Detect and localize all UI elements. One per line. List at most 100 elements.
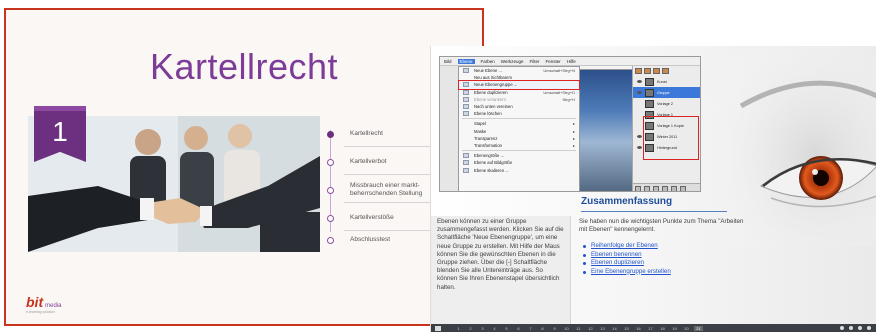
page-link[interactable]: 7 [526, 326, 535, 331]
page-link[interactable]: 20 [682, 326, 691, 331]
page-link[interactable]: 13 [598, 326, 607, 331]
menu-item-ebene-skalieren[interactable]: Ebene skalieren ... [459, 166, 579, 173]
page-link[interactable]: 19 [670, 326, 679, 331]
menu-item-maske[interactable]: Maske ▸ [459, 128, 579, 135]
menu-item-ebene-auf-bildgroesse[interactable]: Ebene auf Bildgröße [459, 159, 579, 166]
link-ebenen-benennen[interactable]: Ebenen benennen [579, 251, 751, 259]
page-link[interactable]: 14 [610, 326, 619, 331]
menu-item-transparenz[interactable]: Transparenz ▸ [459, 135, 579, 142]
trash-icon[interactable] [680, 186, 686, 191]
visibility-eye-icon[interactable] [637, 80, 642, 83]
menu-item-ebene-duplizieren[interactable]: Ebene duplizieren Umschalt+Strg+D [459, 89, 579, 96]
course-title-slide: Kartellrecht 1 Kartellrecht Kartellverbo… [4, 8, 484, 326]
menu-item-stapel[interactable]: Stapel ▸ [459, 120, 579, 127]
page-link[interactable]: 9 [550, 326, 559, 331]
layer-thumbnail [645, 99, 654, 108]
summary-text: Sie haben nun die wichtigsten Punkte zum… [579, 218, 744, 234]
group-highlight-box [643, 116, 699, 160]
submenu-arrow-icon: ▸ [572, 121, 575, 127]
gimp-screenshot: Bild Ebene Farben Werkzeuge Filter Fenst… [439, 56, 701, 192]
page-link[interactable]: 6 [514, 326, 523, 331]
screenshot-stage: Kartellrecht 1 Kartellrecht Kartellverbo… [0, 0, 876, 332]
layer-row-selected[interactable]: Gruppe [633, 87, 700, 98]
menu-item-ebene-loeschen[interactable]: Ebene löschen [459, 110, 579, 117]
fit-icon [463, 160, 469, 166]
topic-link-list: Reihenfolge der Ebenen Ebenen benennen E… [579, 242, 751, 276]
logo-media: media [45, 303, 62, 309]
gradient-icon[interactable] [662, 68, 669, 74]
merge-down-icon [463, 104, 469, 110]
scale-icon [463, 167, 469, 173]
delete-icon [463, 111, 469, 117]
menu-separator [462, 150, 576, 152]
layers-toolbar [633, 66, 700, 76]
new-layer-icon[interactable] [635, 186, 641, 191]
page-link[interactable]: 1 [454, 326, 463, 331]
page-link[interactable]: 3 [478, 326, 487, 331]
summary-panel: Sie haben nun die wichtigsten Punkte zum… [575, 216, 755, 278]
layers-bottom-toolbar [633, 183, 700, 191]
page-link[interactable]: 2 [466, 326, 475, 331]
ebene-dropdown-menu: Neue Ebene ... Umschalt+Strg+N Neu aus Si… [458, 66, 580, 191]
menu-farben[interactable]: Farben [481, 59, 495, 64]
logo-bit: bit [26, 294, 44, 310]
back-icon[interactable] [840, 326, 844, 330]
page-link[interactable]: 16 [634, 326, 643, 331]
link-reihenfolge[interactable]: Reihenfolge der Ebenen [579, 242, 751, 250]
submenu-arrow-icon: ▸ [572, 142, 575, 148]
page-link-current[interactable]: 21 [694, 325, 703, 331]
menu-item-ebenengroesse[interactable]: Ebenengröße ... [459, 152, 579, 159]
page-link[interactable]: 8 [538, 326, 547, 331]
page-link[interactable]: 11 [574, 326, 583, 331]
help-icon[interactable] [867, 326, 871, 330]
page-link[interactable]: 17 [646, 326, 655, 331]
play-icon[interactable] [849, 326, 853, 330]
visibility-eye-icon[interactable] [637, 91, 642, 94]
menu-item-nach-unten-vereinen[interactable]: Nach unten vereinen [459, 103, 579, 110]
ribbon-top-edge [34, 106, 86, 111]
submenu-arrow-icon: ▸ [572, 135, 575, 141]
new-group-icon[interactable] [644, 186, 650, 191]
color-icon[interactable] [644, 68, 651, 74]
layer-icon [463, 68, 469, 74]
agenda-dot-active [327, 130, 334, 138]
duplicate-icon[interactable] [671, 186, 677, 191]
logo-subline: e-learning solution [26, 310, 55, 314]
layer-row[interactable]: Vorlage 2 [633, 98, 700, 109]
menu-hilfe[interactable]: Hilfe [567, 59, 576, 64]
lower-icon[interactable] [662, 186, 668, 191]
page-link[interactable]: 12 [586, 326, 595, 331]
visibility-eye-icon[interactable] [637, 135, 642, 138]
menu-item-neu-aus-sichtbarem[interactable]: Neu aus Sichtbarem [459, 74, 579, 81]
page-link[interactable]: 5 [502, 326, 511, 331]
menu-item-ebene-verankern[interactable]: Ebene verankern Strg+H [459, 96, 579, 103]
menu-icon[interactable] [435, 325, 441, 331]
layer-row[interactable]: Kunst [633, 76, 700, 87]
brush-icon[interactable] [635, 68, 642, 74]
menu-item-neue-ebene[interactable]: Neue Ebene ... Umschalt+Strg+N [459, 67, 579, 74]
page-link[interactable]: 10 [562, 326, 571, 331]
visibility-eye-icon[interactable] [637, 146, 642, 149]
menu-item-transformation[interactable]: Transformation ▸ [459, 142, 579, 149]
link-ebenen-duplizieren[interactable]: Ebenen duplizieren [579, 259, 751, 267]
menu-filter[interactable]: Filter [529, 59, 539, 64]
instruction-panel: Ebenen können zu einer Gruppe zusammenge… [431, 216, 571, 332]
menu-fenster[interactable]: Fenster [545, 59, 560, 64]
page-link[interactable]: 18 [658, 326, 667, 331]
page-link[interactable]: 15 [622, 326, 631, 331]
summary-slide: Bild Ebene Farben Werkzeuge Filter Fenst… [430, 46, 876, 332]
pattern-icon[interactable] [653, 68, 660, 74]
folder-icon [463, 82, 469, 88]
link-ebenengruppe-erstellen[interactable]: Eine Ebenengruppe erstellen [579, 268, 751, 276]
menu-bild[interactable]: Bild [444, 59, 452, 64]
image-canvas[interactable] [580, 66, 632, 191]
anchor-icon [463, 96, 469, 102]
menu-ebene[interactable]: Ebene [457, 58, 475, 64]
slide-title: Kartellrecht [149, 46, 339, 87]
menu-werkzeuge[interactable]: Werkzeuge [501, 59, 524, 64]
forward-icon[interactable] [858, 326, 862, 330]
agenda-dot [327, 214, 334, 222]
raise-icon[interactable] [653, 186, 659, 191]
menu-item-neue-ebenengruppe[interactable]: Neue Ebenengruppe ... [458, 80, 580, 90]
page-link[interactable]: 4 [490, 326, 499, 331]
